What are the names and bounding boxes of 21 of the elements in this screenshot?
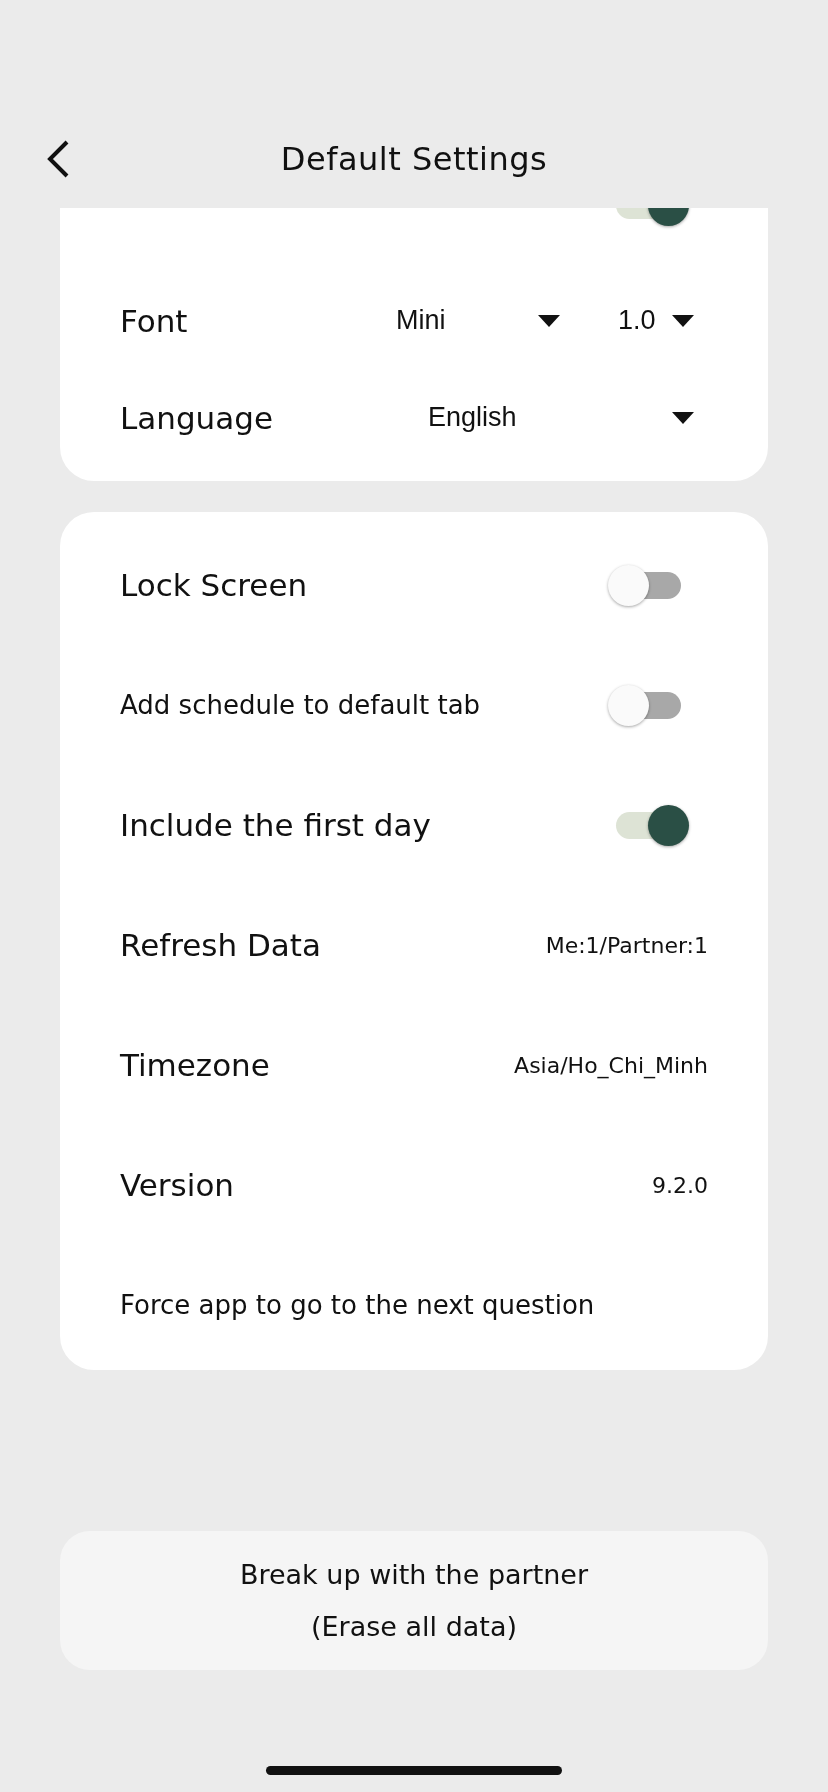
dropdown[interactable]: Mini xyxy=(396,305,560,336)
screen-title: Default Settings xyxy=(280,140,548,178)
back-icon xyxy=(45,139,71,179)
setting-value: Asia/Ho_Chi_Minh xyxy=(514,1052,708,1078)
dropdown[interactable]: English xyxy=(428,402,694,433)
setting-value: Me:1/Partner:1 xyxy=(545,932,708,958)
setting-label: Lock Screen xyxy=(120,567,308,603)
dropdown[interactable]: 1.0 xyxy=(618,305,694,336)
setting-label: Add schedule to default tab xyxy=(120,690,481,720)
setting-label: Refresh Data xyxy=(120,927,321,963)
dropdown-caret-icon xyxy=(672,411,694,424)
setting-label: Font xyxy=(120,302,188,339)
dropdown-caret-icon xyxy=(672,314,694,327)
setting-label: Version xyxy=(120,1167,234,1203)
erase-data-button[interactable]: Break up with the partner (Erase all data) xyxy=(60,1531,768,1670)
setting-action[interactable]: Force app to go to the next question xyxy=(120,1290,595,1320)
setting-label: Include the first day xyxy=(120,807,431,843)
dropdown-caret-icon xyxy=(538,314,560,327)
setting-value: 9.2.0 xyxy=(652,1172,708,1198)
setting-label: Timezone xyxy=(120,1047,270,1083)
setting-label: Language xyxy=(120,399,273,436)
